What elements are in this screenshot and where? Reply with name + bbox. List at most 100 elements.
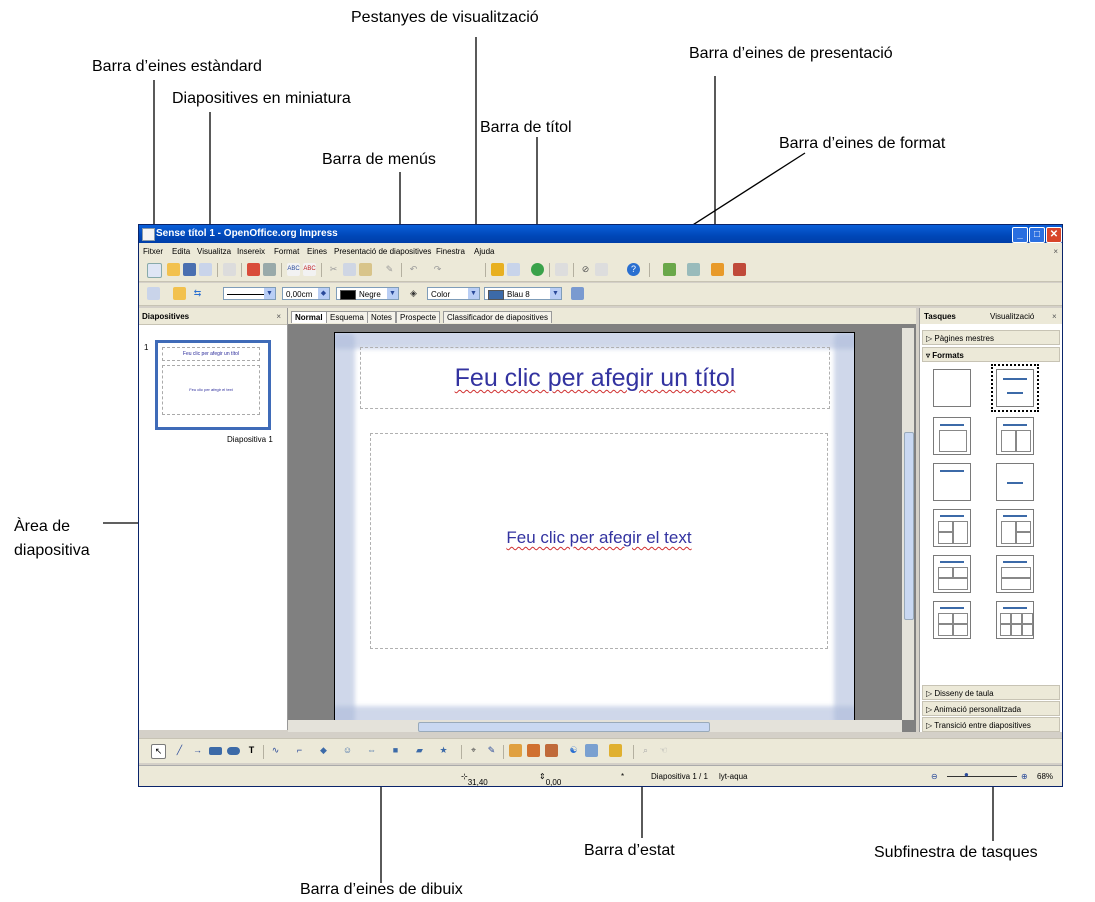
symbol-shapes-icon[interactable]: ☺	[341, 744, 354, 757]
slide-icon[interactable]	[663, 263, 676, 276]
points-icon[interactable]: ⌖	[467, 744, 480, 757]
section-layouts[interactable]: ▿ Formats	[922, 347, 1060, 362]
select-arrow-icon[interactable]: ↖	[151, 744, 166, 759]
layout-centered-text[interactable]	[996, 463, 1034, 501]
table-icon[interactable]	[507, 263, 520, 276]
layout-blank[interactable]	[933, 369, 971, 407]
slide-design-icon[interactable]	[711, 263, 724, 276]
autospellcheck-icon[interactable]: ABC	[303, 263, 316, 276]
line-style-select[interactable]: ▼	[223, 287, 276, 300]
section-master-pages[interactable]: ▷ Pàgines mestres	[922, 330, 1060, 345]
body-placeholder[interactable]: Feu clic per afegir el text	[370, 433, 828, 649]
curve-icon[interactable]: ∿	[269, 744, 282, 757]
chart-icon[interactable]	[491, 263, 504, 276]
navigator-icon[interactable]	[531, 263, 544, 276]
slide-show-icon[interactable]	[733, 263, 746, 276]
tab-handout[interactable]: Prospecte	[396, 311, 441, 323]
spellcheck-icon[interactable]: ABC	[287, 263, 300, 276]
section-custom-animation[interactable]: ▷ Animació personalitzada	[922, 701, 1060, 716]
horizontal-scroll-thumb[interactable]	[418, 722, 710, 732]
undo-icon[interactable]: ↶	[407, 263, 420, 276]
layout-title-content-over-content[interactable]	[996, 555, 1034, 593]
open-icon[interactable]	[167, 263, 180, 276]
stars-icon[interactable]: ★	[437, 744, 450, 757]
area-icon[interactable]: ◈	[407, 287, 420, 300]
title-placeholder[interactable]: Feu clic per afegir un títol	[360, 347, 830, 409]
document-close-icon[interactable]: ×	[1053, 247, 1058, 256]
paste-icon[interactable]	[359, 263, 372, 276]
menu-help[interactable]: Ajuda	[474, 247, 494, 256]
zoom-icon[interactable]	[595, 263, 608, 276]
rectangle-icon[interactable]	[209, 747, 222, 755]
vertical-scrollbar[interactable]	[902, 328, 914, 720]
layout-title-2content-content[interactable]	[933, 509, 971, 547]
arrow-style-icon[interactable]: ⇆	[191, 287, 204, 300]
redo-icon[interactable]: ↷	[431, 263, 444, 276]
callouts-icon[interactable]: ▰	[413, 744, 426, 757]
layout-title-content-2content[interactable]	[996, 509, 1034, 547]
vertical-scroll-thumb[interactable]	[904, 432, 914, 620]
maximize-button[interactable]: □	[1029, 227, 1045, 243]
arrow-line-icon[interactable]: →	[191, 744, 204, 757]
layout-title-4content[interactable]	[933, 601, 971, 639]
flowchart-icon[interactable]: ■	[389, 744, 402, 757]
fill-color-select[interactable]: Blau 8 ▼	[484, 287, 562, 300]
show-draw-functions-icon[interactable]: ⊘	[579, 263, 592, 276]
slide-thumbnail[interactable]: Feu clic per afegir un títol Feu clic pe…	[155, 340, 271, 430]
format-paintbrush-icon[interactable]: ✎	[383, 263, 396, 276]
save-icon[interactable]	[183, 263, 196, 276]
basic-shapes-icon[interactable]: ◆	[317, 744, 330, 757]
menu-format[interactable]: Format	[274, 247, 299, 256]
zoom-in-icon[interactable]: ⊕	[1021, 772, 1028, 781]
email-icon[interactable]	[199, 263, 212, 276]
styles-icon[interactable]	[147, 287, 160, 300]
shadow-icon[interactable]	[571, 287, 584, 300]
layout-title-only[interactable]	[933, 463, 971, 501]
zoom-out-icon[interactable]: ⊖	[931, 772, 938, 781]
line-icon[interactable]	[173, 287, 186, 300]
line-width-field[interactable]: 0,00cm ◆	[282, 287, 330, 300]
ellipse-icon[interactable]	[227, 747, 240, 755]
cut-icon[interactable]: ✂	[327, 263, 340, 276]
menu-insert[interactable]: Insereix	[237, 247, 265, 256]
edit-file-icon[interactable]	[223, 263, 236, 276]
toggle-extrusion-icon[interactable]: ☯	[567, 744, 580, 757]
block-arrows-icon[interactable]: ⇔	[365, 744, 378, 757]
section-slide-transition[interactable]: ▷ Transició entre diapositives	[922, 717, 1060, 732]
slides-pane-close-icon[interactable]: ×	[276, 312, 281, 321]
interaction-icon[interactable]: ☜	[657, 744, 670, 757]
alignment-icon[interactable]	[609, 744, 622, 757]
from-file-icon[interactable]	[527, 744, 540, 757]
grid-icon[interactable]	[555, 263, 568, 276]
zoom-slider[interactable]	[947, 776, 1017, 777]
minimize-button[interactable]: _	[1012, 227, 1028, 243]
horizontal-scrollbar[interactable]	[288, 720, 902, 732]
effects-icon[interactable]	[585, 744, 598, 757]
fill-type-select[interactable]: Color ▼	[427, 287, 480, 300]
slide-area[interactable]: Feu clic per afegir un títol Feu clic pe…	[334, 332, 855, 727]
line-tool-icon[interactable]: ╱	[173, 744, 186, 757]
zoom-slider-handle[interactable]: ●	[964, 770, 969, 779]
menu-window[interactable]: Finestra	[436, 247, 465, 256]
tab-normal[interactable]: Normal	[291, 311, 327, 323]
gallery-icon[interactable]	[545, 744, 558, 757]
help-icon[interactable]: ?	[627, 263, 640, 276]
text-tool-icon[interactable]: T	[245, 744, 258, 757]
layout-title-content[interactable]	[991, 364, 1039, 412]
copy-icon[interactable]	[343, 263, 356, 276]
section-table-design[interactable]: ▷ Disseny de taula	[922, 685, 1060, 700]
tab-slide-sorter[interactable]: Classificador de diapositives	[443, 311, 552, 323]
menu-tools[interactable]: Eines	[307, 247, 327, 256]
layout-title-text[interactable]	[933, 417, 971, 455]
connector-icon[interactable]: ⌐	[293, 744, 306, 757]
line-color-select[interactable]: Negre ▼	[336, 287, 399, 300]
menu-file[interactable]: Fitxer	[143, 247, 163, 256]
tab-outline[interactable]: Esquema	[326, 311, 368, 323]
layout-title-two-columns[interactable]	[996, 417, 1034, 455]
task-pane-view-menu[interactable]: Visualització	[990, 312, 1034, 321]
layout-title-2content-over[interactable]	[933, 555, 971, 593]
layout-title-6content[interactable]	[996, 601, 1034, 639]
title-bar[interactable]: Sense títol 1 - OpenOffice.org Impress _…	[139, 225, 1062, 243]
menu-edit[interactable]: Edita	[172, 247, 190, 256]
glue-points-icon[interactable]: ✎	[485, 744, 498, 757]
